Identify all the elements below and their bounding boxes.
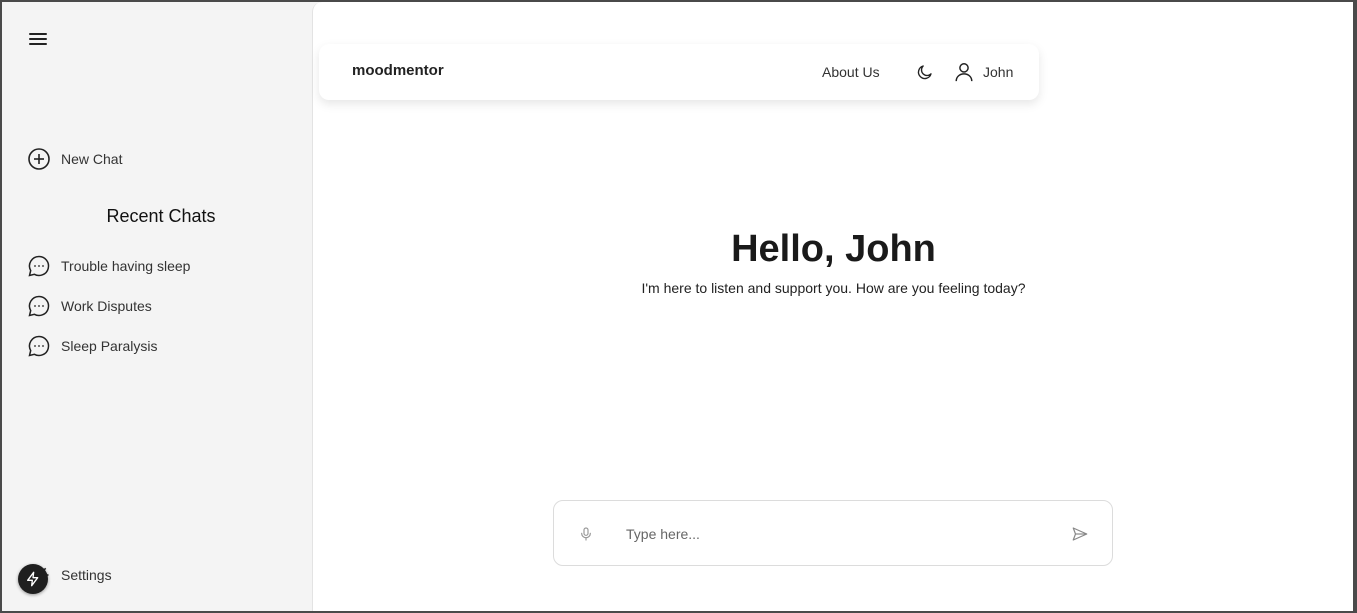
user-icon xyxy=(955,63,973,82)
chat-item-sleep-paralysis[interactable]: Sleep Paralysis xyxy=(27,334,190,358)
bolt-badge-button[interactable] xyxy=(18,564,48,594)
recent-chats-list: Trouble having sleep Work Disputes Sleep… xyxy=(27,254,190,374)
send-icon[interactable] xyxy=(1071,525,1089,543)
microphone-icon[interactable] xyxy=(578,525,594,543)
chat-item-label: Trouble having sleep xyxy=(61,258,191,274)
greeting-subtitle: I'm here to listen and support you. How … xyxy=(641,280,1026,296)
chat-item-label: Work Disputes xyxy=(61,298,152,314)
new-chat-button[interactable]: New Chat xyxy=(27,147,122,171)
bolt-icon xyxy=(27,571,39,587)
chat-item-trouble-having-sleep[interactable]: Trouble having sleep xyxy=(27,254,190,278)
greeting-heading: Hello, John xyxy=(731,228,936,270)
hamburger-menu-icon[interactable] xyxy=(28,30,50,50)
plus-circle-icon xyxy=(28,148,50,170)
message-input[interactable] xyxy=(626,521,1046,547)
chat-bubble-icon xyxy=(28,255,50,277)
main-panel: moodmentor About Us John Hello, John I'm… xyxy=(312,2,1353,611)
chat-bubble-icon xyxy=(28,335,50,357)
message-composer xyxy=(553,500,1113,566)
app-window: New Chat Recent Chats Trouble having sle… xyxy=(2,2,1353,611)
chat-item-label: Sleep Paralysis xyxy=(61,338,158,354)
moon-icon[interactable] xyxy=(916,63,934,81)
recent-chats-heading: Recent Chats xyxy=(106,206,216,226)
about-us-link[interactable]: About Us xyxy=(822,64,880,80)
user-name: John xyxy=(983,64,1014,80)
top-navbar: moodmentor About Us John xyxy=(319,44,1039,100)
chat-bubble-icon xyxy=(28,295,50,317)
settings-label: Settings xyxy=(61,567,112,583)
chat-item-work-disputes[interactable]: Work Disputes xyxy=(27,294,190,318)
brand-logo-text[interactable]: moodmentor xyxy=(352,62,444,79)
sidebar: New Chat Recent Chats Trouble having sle… xyxy=(2,2,312,611)
user-menu[interactable]: John xyxy=(953,60,1013,84)
new-chat-label: New Chat xyxy=(61,151,123,167)
